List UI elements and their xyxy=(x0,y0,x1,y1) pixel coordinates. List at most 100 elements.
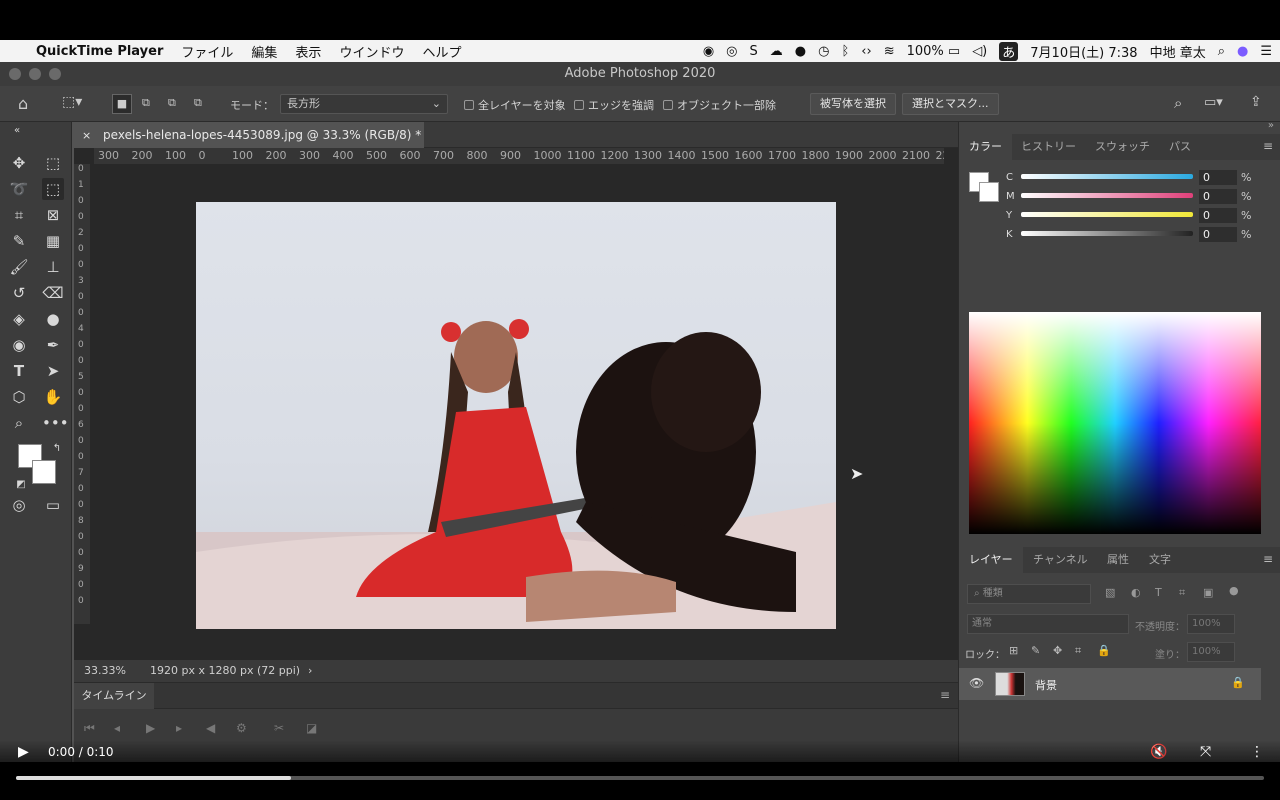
collapse-panels-icon[interactable]: » xyxy=(1268,120,1274,131)
input-mode[interactable]: あ xyxy=(999,41,1019,61)
transition-icon[interactable]: ◪ xyxy=(306,721,317,735)
play-timeline-icon[interactable]: ▶ xyxy=(146,721,155,735)
time-machine-icon[interactable]: ◷ xyxy=(818,44,829,59)
panel-menu-icon[interactable]: ≡ xyxy=(940,688,950,702)
swap-colors-icon[interactable]: ↰ xyxy=(46,438,68,460)
fill-field[interactable]: 100% xyxy=(1187,642,1235,662)
magenta-value[interactable]: 0 xyxy=(1199,189,1237,204)
sync-icon[interactable]: S xyxy=(750,44,758,59)
collapse-tools-icon[interactable]: « xyxy=(6,120,28,142)
eyedropper-tool-icon[interactable]: ✎ xyxy=(8,230,30,252)
more-tools-icon[interactable]: ••• xyxy=(42,412,69,434)
menu-window[interactable]: ウインドウ xyxy=(339,42,404,61)
new-selection-icon[interactable]: ■ xyxy=(112,94,132,114)
mode-select[interactable]: 長方形 ⌄ xyxy=(280,94,448,114)
tab-color[interactable]: カラー xyxy=(959,134,1012,160)
cyan-slider[interactable] xyxy=(1021,174,1193,179)
dodge-tool-icon[interactable]: ◉ xyxy=(8,334,30,356)
filter-type-icon[interactable]: T xyxy=(1155,586,1162,599)
lock-all-icon[interactable]: 🔒 xyxy=(1097,644,1111,657)
opacity-field[interactable]: 100% xyxy=(1187,614,1235,634)
layer-row[interactable]: 👁 背景 🔒 xyxy=(959,668,1261,700)
cloud-icon[interactable]: ☁ xyxy=(770,44,783,59)
lock-icon[interactable]: 🔒 xyxy=(1231,676,1245,689)
tab-swatches[interactable]: スウォッチ xyxy=(1085,134,1160,160)
code-icon[interactable]: ‹› xyxy=(861,44,871,59)
notification-center-icon[interactable]: ☰ xyxy=(1260,44,1272,59)
fullscreen-icon[interactable]: ⤧ xyxy=(1200,744,1211,760)
layer-name[interactable]: 背景 xyxy=(1035,677,1057,693)
menu-file[interactable]: ファイル xyxy=(181,42,233,61)
hand-tool-icon[interactable]: ✋ xyxy=(42,386,64,408)
clock[interactable]: 7月10日(土) 7:38 xyxy=(1030,42,1137,61)
sample-all-layers-checkbox[interactable]: 全レイヤーを対象 xyxy=(464,97,566,113)
mute-icon[interactable]: 🔇 xyxy=(1150,744,1167,760)
lasso-tool-icon[interactable]: ➰ xyxy=(8,178,30,200)
object-subtract-checkbox[interactable]: オブジェクト一部除 xyxy=(663,97,776,113)
yellow-slider[interactable] xyxy=(1021,212,1193,217)
brush-tool-icon[interactable]: 🖌 xyxy=(8,256,30,278)
scissors-icon[interactable]: ✂ xyxy=(274,721,284,735)
tab-history[interactable]: ヒストリー xyxy=(1011,134,1086,160)
paint-bucket-icon[interactable]: ◈ xyxy=(8,308,30,330)
play-icon[interactable]: ▶ xyxy=(18,744,29,760)
zoom-level[interactable]: 33.33% xyxy=(84,660,126,682)
object-select-tool-icon[interactable]: ⬚ xyxy=(42,178,64,200)
settings-icon[interactable]: ⚙ xyxy=(236,721,247,735)
volume-icon[interactable]: ◁) xyxy=(972,44,987,59)
panel-menu-icon[interactable]: ≡ xyxy=(1263,139,1273,153)
filter-pixel-icon[interactable]: ▧ xyxy=(1105,586,1115,599)
move-tool-icon[interactable]: ✥ xyxy=(8,152,30,174)
zoom-window-button[interactable] xyxy=(49,68,61,80)
siri-icon[interactable]: ● xyxy=(1237,44,1248,59)
shape-tool-icon[interactable]: ⬡ xyxy=(8,386,30,408)
lock-artboard-icon[interactable]: ⌗ xyxy=(1075,644,1081,658)
search-icon[interactable]: ⌕ xyxy=(1174,94,1182,112)
app-menu[interactable]: QuickTime Player xyxy=(36,44,163,59)
tab-layers[interactable]: レイヤー xyxy=(959,547,1023,573)
enhance-edge-checkbox[interactable]: エッジを強調 xyxy=(574,97,654,113)
menu-help[interactable]: ヘルプ xyxy=(422,42,461,61)
object-select-tool-icon[interactable]: ⬚▾ xyxy=(62,94,82,110)
home-icon[interactable]: ⌂ xyxy=(18,94,28,113)
spotlight-icon[interactable]: ⌕ xyxy=(1218,44,1225,59)
path-select-icon[interactable]: ➤ xyxy=(42,360,64,382)
yellow-value[interactable]: 0 xyxy=(1199,208,1237,223)
pen-tool-icon[interactable]: ✒ xyxy=(42,334,64,356)
wifi-icon[interactable]: ≋ xyxy=(884,44,895,59)
default-colors-icon[interactable]: ◩ xyxy=(10,474,32,496)
bluetooth-icon[interactable]: ᛒ xyxy=(841,44,849,59)
cyan-value[interactable]: 0 xyxy=(1199,170,1237,185)
filter-smart-icon[interactable]: ▣ xyxy=(1203,586,1213,599)
screen-mode-icon[interactable]: ▭ xyxy=(42,494,64,516)
magenta-slider[interactable] xyxy=(1021,193,1193,198)
document-tab[interactable]: × pexels-helena-lopes-4453089.jpg @ 33.3… xyxy=(74,122,424,148)
minimize-window-button[interactable] xyxy=(29,68,41,80)
black-value[interactable]: 0 xyxy=(1199,227,1237,242)
workspace-icon[interactable]: ▭▾ xyxy=(1204,95,1223,110)
type-tool-icon[interactable]: T xyxy=(8,360,30,382)
select-and-mask-button[interactable]: 選択とマスク... xyxy=(902,93,999,115)
tab-paths[interactable]: パス xyxy=(1159,134,1201,160)
airdrop-icon[interactable]: ◎ xyxy=(726,44,737,59)
marquee-tool-icon[interactable]: ⬚ xyxy=(42,152,64,174)
user-name[interactable]: 中地 章太 xyxy=(1150,42,1206,61)
tab-character[interactable]: 文字 xyxy=(1139,547,1181,573)
document-image[interactable] xyxy=(196,202,836,629)
tab-properties[interactable]: 属性 xyxy=(1097,547,1139,573)
record-icon[interactable]: ◉ xyxy=(703,44,714,59)
intersect-selection-icon[interactable]: ⧉ xyxy=(194,96,202,110)
battery-status[interactable]: 100% ▭ xyxy=(907,44,961,59)
prev-frame-icon[interactable]: ◂ xyxy=(114,721,120,735)
black-slider[interactable] xyxy=(1021,231,1193,236)
zoom-tool-icon[interactable]: ⌕ xyxy=(8,412,30,434)
more-options-icon[interactable]: ⋮ xyxy=(1250,744,1264,760)
first-frame-icon[interactable]: ⏮ xyxy=(84,721,95,736)
canvas[interactable]: ➤ xyxy=(96,164,942,629)
color-bg-swatch[interactable] xyxy=(979,182,999,202)
panel-menu-icon[interactable]: ≡ xyxy=(1263,552,1273,566)
select-subject-button[interactable]: 被写体を選択 xyxy=(810,93,896,115)
history-brush-icon[interactable]: ↺ xyxy=(8,282,30,304)
lock-paint-icon[interactable]: ✎ xyxy=(1031,644,1040,657)
filter-shape-icon[interactable]: ⌗ xyxy=(1179,586,1185,600)
